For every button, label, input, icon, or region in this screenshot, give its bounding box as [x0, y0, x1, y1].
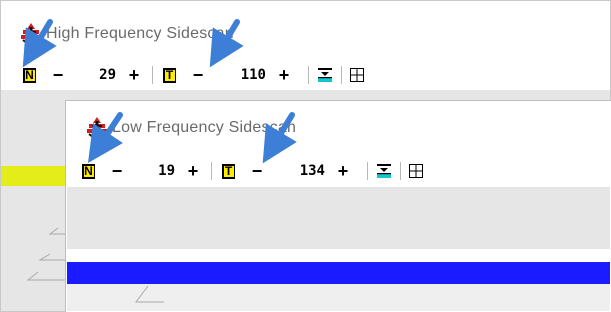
annotation-arrow — [22, 19, 57, 68]
annotation-arrows — [22, 19, 297, 164]
annotation-arrow — [209, 19, 244, 68]
annotation-arrow — [262, 112, 297, 164]
screenshot-frame: High Frequency Sidescan N − 29 + T − 110… — [0, 0, 611, 312]
annotation-arrow — [88, 112, 123, 163]
